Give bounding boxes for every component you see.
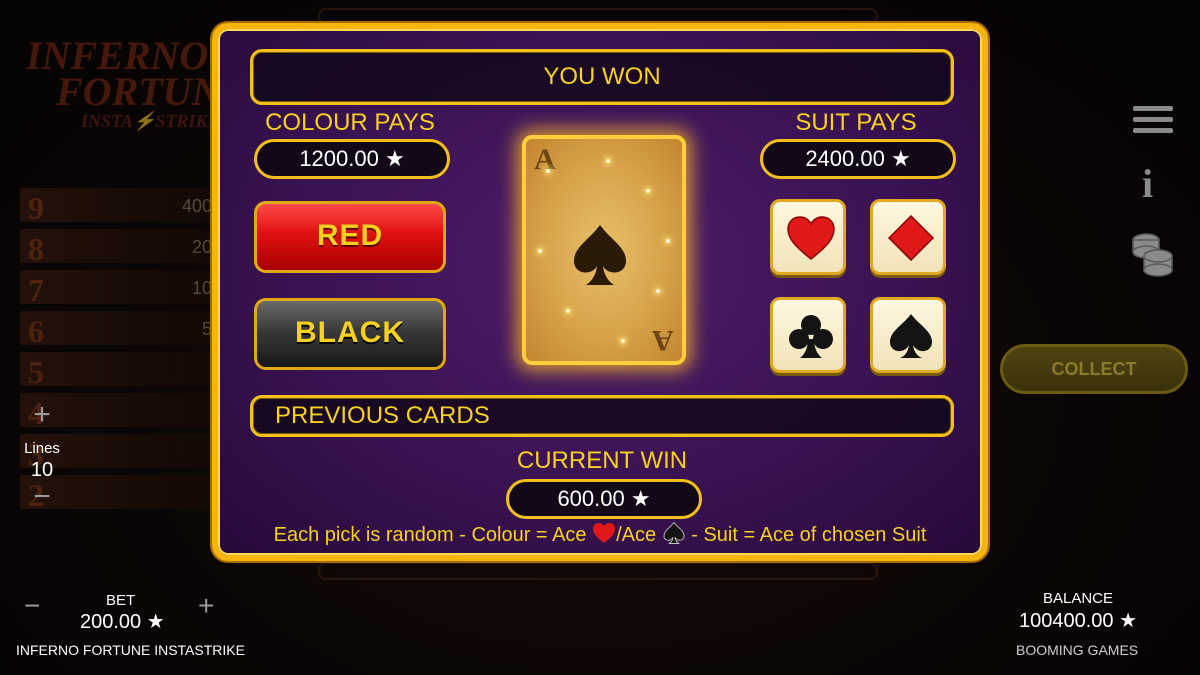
balance-label: BALANCE <box>1042 590 1114 607</box>
heart-icon <box>787 216 835 260</box>
gamble-panel: YOU WON COLOUR PAYS 1200.00 ★ SUIT PAYS … <box>212 23 988 561</box>
rules-text-part-3: - Suit = Ace of chosen Suit <box>691 524 927 546</box>
rules-text: Each pick is random - Colour = Ace /Ace … <box>218 522 982 547</box>
paytable-row: 9 400 <box>20 188 220 226</box>
sparkle <box>656 289 660 293</box>
menu-icon[interactable] <box>1133 106 1173 134</box>
club-suit-button[interactable] <box>770 297 846 373</box>
card-spade-icon <box>574 225 626 285</box>
suit-pays-label: SUIT PAYS <box>795 109 917 136</box>
reel-frame-top <box>318 8 878 24</box>
paytable-row: 7 10 <box>20 270 220 308</box>
current-win-label: CURRENT WIN <box>516 447 688 474</box>
lines-plus-button[interactable]: + <box>20 400 64 430</box>
provider-logo: BOOMING GAMES <box>1016 642 1139 658</box>
sparkle <box>646 189 650 193</box>
paytable-value: 20 <box>191 237 212 257</box>
card-rank-bottom: A <box>652 324 674 357</box>
lines-control: + Lines 10 − <box>20 400 64 512</box>
reel-frame-bottom <box>318 562 878 580</box>
card-rank-top: A <box>534 143 556 176</box>
sparkle <box>621 339 625 343</box>
heart-suit-button[interactable] <box>770 199 846 275</box>
lines-value: 10 <box>30 459 54 481</box>
collect-button[interactable]: COLLECT <box>1000 344 1188 394</box>
suit-pays-value: 2400.00 ★ <box>760 139 956 179</box>
game-title: INFERNO FORTUNE INSTASTRIKE <box>16 642 245 658</box>
paytable-number: 8 <box>28 231 44 267</box>
spade-icon <box>663 522 685 544</box>
rules-text-part-1: Each pick is random - Colour = Ace <box>273 524 587 546</box>
sparkle <box>538 249 542 253</box>
spade-icon <box>890 314 932 358</box>
gamble-card: A A <box>522 135 686 365</box>
sparkle <box>546 169 550 173</box>
logo-line-2: FORTUNE <box>56 69 248 114</box>
coins-icon[interactable] <box>1130 230 1176 278</box>
paytable-number: 6 <box>28 313 44 349</box>
paytable-value: 10 <box>191 278 212 298</box>
black-button[interactable]: BLACK <box>254 298 446 370</box>
info-icon[interactable]: i <box>1142 160 1153 207</box>
diamond-suit-button[interactable] <box>870 199 946 275</box>
lines-minus-button[interactable]: − <box>20 482 64 512</box>
paytable-value: 5 <box>201 319 212 339</box>
paytable-value: 400 <box>181 196 212 216</box>
bet-minus-button[interactable]: − <box>24 592 40 620</box>
heart-icon <box>593 522 616 544</box>
balance-value: 100400.00 ★ <box>1018 610 1138 632</box>
paytable-number: 5 <box>28 354 44 390</box>
lines-label: Lines <box>24 440 60 457</box>
diamond-icon <box>887 215 935 261</box>
current-win-value: 600.00 ★ <box>506 479 702 519</box>
sparkle <box>566 309 570 313</box>
bet-label: BET <box>106 592 136 609</box>
paytable-row: 8 20 <box>20 229 220 267</box>
gamble-title: YOU WON <box>543 63 661 90</box>
bet-plus-button[interactable]: + <box>198 592 214 620</box>
paytable-number: 9 <box>28 190 44 226</box>
colour-pays-label: COLOUR PAYS <box>265 109 435 136</box>
bet-value: 200.00 ★ <box>80 611 165 633</box>
sparkle <box>666 239 670 243</box>
paytable-row: 65 <box>20 311 220 349</box>
paytable-number: 7 <box>28 272 44 308</box>
paytable-row: 5 <box>20 352 220 390</box>
previous-cards-bar: PREVIOUS CARDS <box>250 395 954 437</box>
club-icon <box>789 315 833 358</box>
logo-line-3: INSTA⚡STRIKE <box>81 111 220 131</box>
sparkle <box>606 159 610 163</box>
game-logo: INFERNO FORTUNE INSTA⚡STRIKE <box>26 36 248 133</box>
colour-pays-value: 1200.00 ★ <box>254 139 450 179</box>
title-bar: YOU WON <box>250 49 954 105</box>
red-button[interactable]: RED <box>254 201 446 273</box>
balance-display: BALANCE 100400.00 ★ <box>1008 590 1148 633</box>
rules-text-part-2: /Ace <box>616 524 657 546</box>
spade-suit-button[interactable] <box>870 297 946 373</box>
previous-cards-label: PREVIOUS CARDS <box>275 402 490 429</box>
